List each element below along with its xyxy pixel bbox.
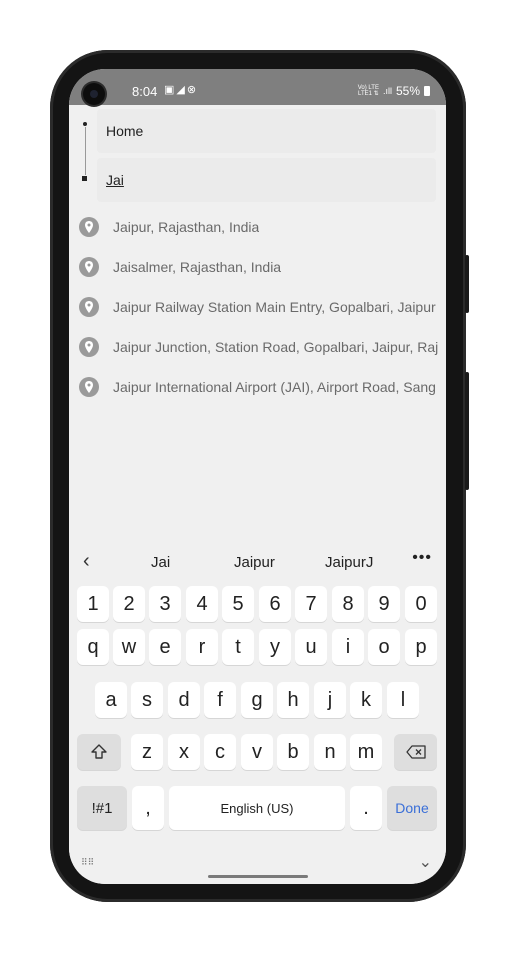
home-indicator [208, 875, 308, 878]
front-camera [83, 83, 105, 105]
telegram-icon: ◢ [176, 84, 187, 96]
prediction-2[interactable]: Jaipur [234, 554, 275, 571]
key-z[interactable]: z [131, 734, 163, 770]
key-e[interactable]: e [149, 629, 181, 665]
key-m[interactable]: m [350, 734, 382, 770]
suggestion-label: Jaisalmer, Rajasthan, India [113, 259, 282, 275]
key-2[interactable]: 2 [113, 586, 145, 622]
key-a[interactable]: a [95, 682, 127, 718]
route-line [84, 127, 86, 175]
key-y[interactable]: y [259, 629, 291, 665]
symbols-key[interactable]: !#1 [77, 786, 127, 830]
space-key[interactable]: English (US) [169, 786, 345, 830]
key-3[interactable]: 3 [149, 586, 181, 622]
key-c[interactable]: c [204, 734, 236, 770]
screen: 8:04 ▣◢⊗ Vo) LTE LTE1 ⇅ .ıll 55% Home Ja… [69, 69, 446, 884]
origin-field[interactable]: Home [97, 109, 436, 153]
key-n[interactable]: n [314, 734, 346, 770]
key-f[interactable]: f [204, 682, 236, 718]
key-q[interactable]: q [77, 629, 109, 665]
key-v[interactable]: v [241, 734, 273, 770]
comma-key[interactable]: , [132, 786, 164, 830]
location-pin-icon [79, 337, 99, 357]
key-9[interactable]: 9 [368, 586, 400, 622]
prediction-3[interactable]: JaipurJ [325, 554, 373, 571]
key-p[interactable]: p [405, 629, 437, 665]
chevron-down-icon[interactable]: ⌄ [419, 852, 432, 872]
prediction-bar: ‹ Jai Jaipur JaipurJ ••• [69, 545, 446, 579]
battery-icon [424, 86, 430, 96]
key-w[interactable]: w [113, 629, 145, 665]
origin-dot-icon [83, 122, 87, 126]
keyboard-switch-icon[interactable]: ⠿⠿ [81, 857, 94, 868]
key-r[interactable]: r [186, 629, 218, 665]
key-g[interactable]: g [241, 682, 273, 718]
key-h[interactable]: h [277, 682, 309, 718]
location-pin-icon [79, 257, 99, 277]
status-bar: 8:04 ▣◢⊗ Vo) LTE LTE1 ⇅ .ıll 55% [69, 69, 446, 105]
prediction-1[interactable]: Jai [151, 554, 170, 571]
power-button [465, 255, 469, 313]
key-u[interactable]: u [295, 629, 327, 665]
suggestion-label: Jaipur Junction, Station Road, Gopalbari… [113, 339, 439, 355]
network-indicator: Vo) LTE LTE1 ⇅ [357, 85, 379, 97]
status-time: 8:04 [132, 84, 158, 99]
done-key[interactable]: Done [387, 786, 437, 830]
key-1[interactable]: 1 [77, 586, 109, 622]
location-pin-icon [79, 377, 99, 397]
keyboard-footer: ⠿⠿ ⌄ [69, 850, 446, 884]
route-inputs: Home Jai [69, 105, 446, 203]
chevron-left-icon[interactable]: ‹ [83, 550, 90, 573]
key-t[interactable]: t [222, 629, 254, 665]
status-right: Vo) LTE LTE1 ⇅ .ıll 55% [358, 84, 430, 98]
battery-percent: 55% [395, 84, 420, 98]
backspace-key[interactable] [394, 734, 437, 770]
notification-icons: ▣◢⊗ [164, 83, 198, 96]
key-s[interactable]: s [131, 682, 163, 718]
key-x[interactable]: x [168, 734, 200, 770]
suggestion-list: Jaipur, Rajasthan, India Jaisalmer, Raja… [69, 207, 446, 407]
suggestion-label: Jaipur International Airport (JAI), Airp… [113, 379, 436, 395]
suggestion-item[interactable]: Jaipur, Rajasthan, India [69, 207, 446, 247]
key-l[interactable]: l [387, 682, 419, 718]
key-7[interactable]: 7 [295, 586, 327, 622]
suggestion-item[interactable]: Jaisalmer, Rajasthan, India [69, 247, 446, 287]
suggestion-item[interactable]: Jaipur International Airport (JAI), Airp… [69, 367, 446, 407]
key-d[interactable]: d [168, 682, 200, 718]
shift-icon [91, 744, 107, 759]
location-pin-icon [79, 217, 99, 237]
suggestion-label: Jaipur Railway Station Main Entry, Gopal… [113, 299, 436, 315]
key-8[interactable]: 8 [332, 586, 364, 622]
shift-key[interactable] [77, 734, 121, 770]
key-0[interactable]: 0 [405, 586, 437, 622]
volume-button [465, 372, 469, 490]
backspace-icon [405, 745, 426, 759]
image-icon: ▣ [164, 84, 177, 96]
key-j[interactable]: j [314, 682, 346, 718]
key-6[interactable]: 6 [259, 586, 291, 622]
key-i[interactable]: i [332, 629, 364, 665]
app-icon: ⊗ [186, 84, 199, 96]
destination-square-icon [82, 176, 87, 181]
key-5[interactable]: 5 [222, 586, 254, 622]
suggestion-label: Jaipur, Rajasthan, India [113, 219, 260, 235]
period-key[interactable]: . [350, 786, 382, 830]
key-b[interactable]: b [277, 734, 309, 770]
key-k[interactable]: k [350, 682, 382, 718]
suggestion-item[interactable]: Jaipur Junction, Station Road, Gopalbari… [69, 327, 446, 367]
key-o[interactable]: o [368, 629, 400, 665]
keyboard: ‹ Jai Jaipur JaipurJ ••• 1 2 3 4 5 6 7 8… [69, 545, 446, 884]
key-4[interactable]: 4 [186, 586, 218, 622]
destination-field[interactable]: Jai [97, 158, 436, 202]
more-options-icon[interactable]: ••• [412, 549, 432, 567]
suggestion-item[interactable]: Jaipur Railway Station Main Entry, Gopal… [69, 287, 446, 327]
signal-icon: .ıll [382, 86, 392, 96]
location-pin-icon [79, 297, 99, 317]
